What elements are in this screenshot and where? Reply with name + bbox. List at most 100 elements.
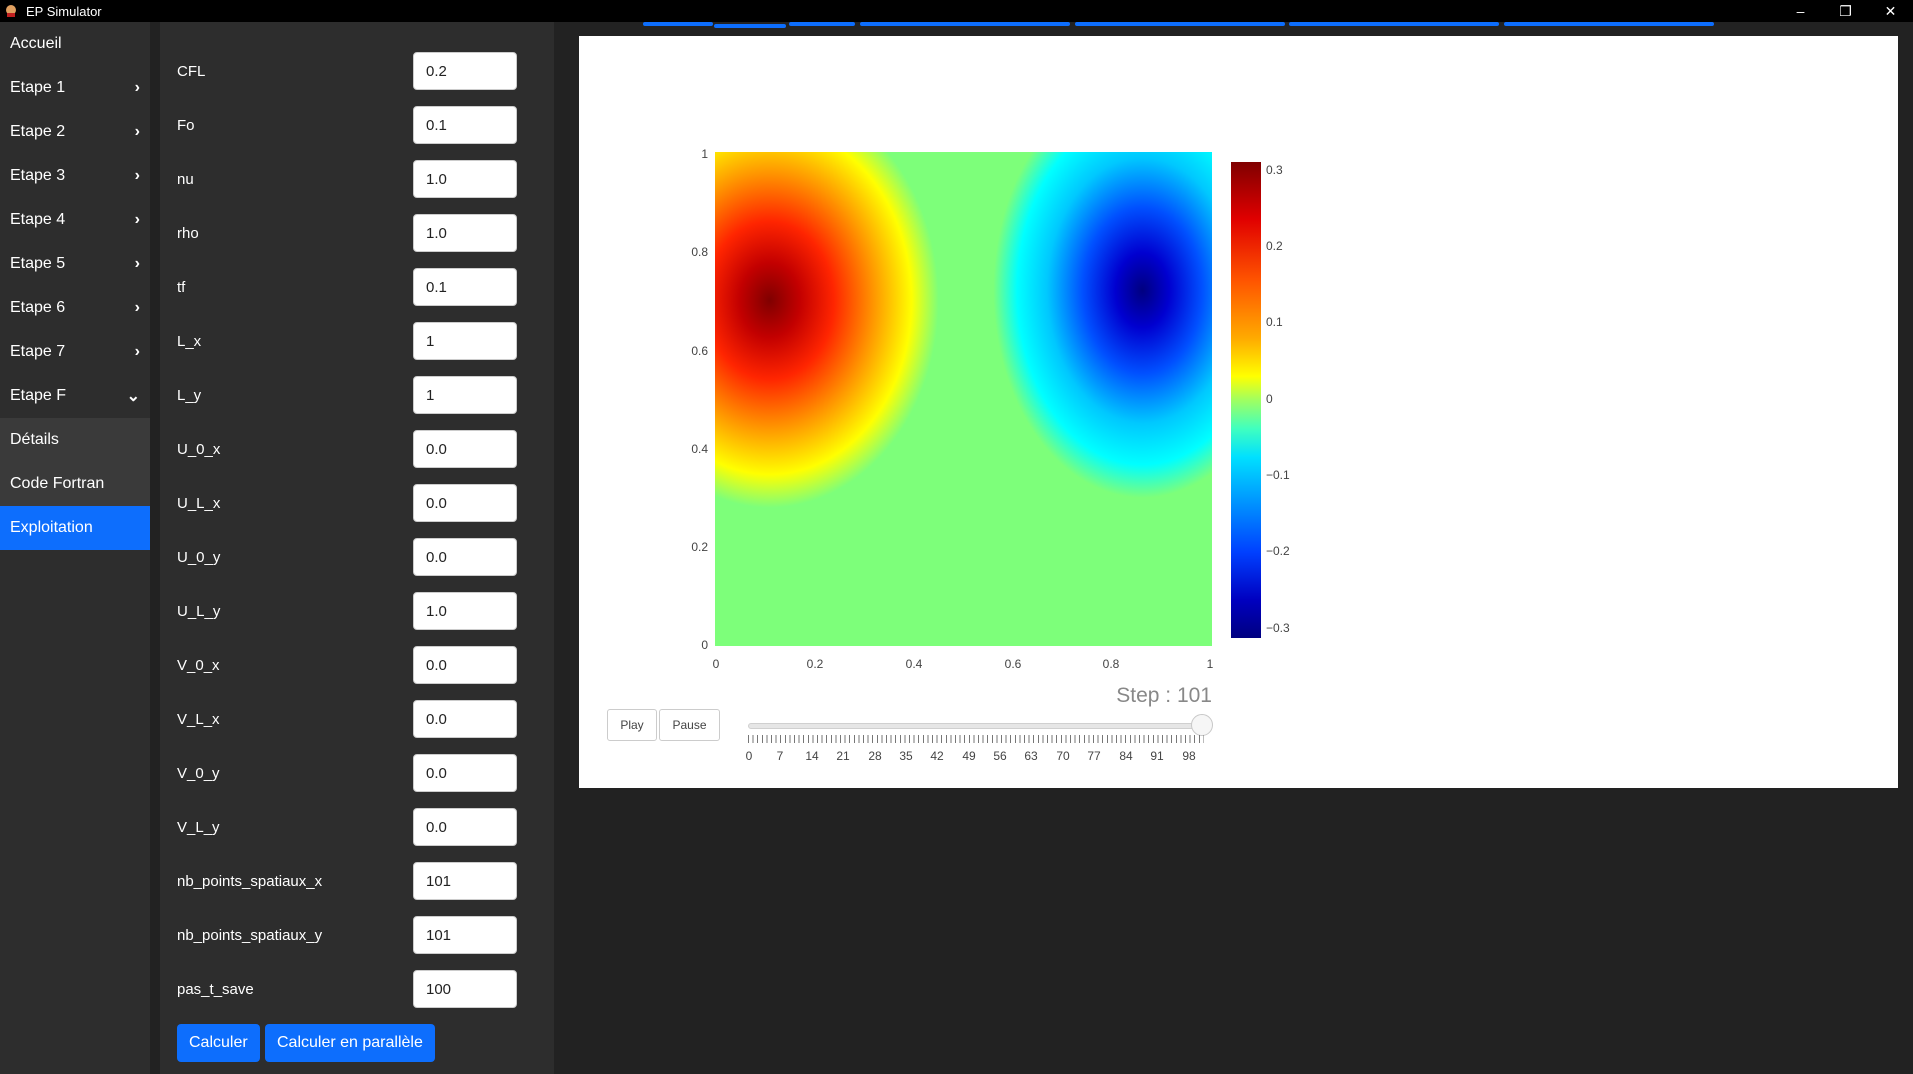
slider-label: 49 (962, 749, 976, 763)
tab-indicator[interactable] (1289, 22, 1499, 26)
sidebar-item-code-fortran[interactable]: Code Fortran (0, 462, 150, 506)
fo-input[interactable] (413, 106, 517, 144)
y-tick-label: 0.8 (691, 245, 708, 259)
sidebar-item-etape-f[interactable]: Etape F ⌄ (0, 374, 150, 418)
sidebar-item-etape-6[interactable]: Etape 6 › (0, 286, 150, 330)
param-row-l-y: L_y (177, 376, 517, 414)
slider-label: 28 (868, 749, 882, 763)
param-row-v-0-y: V_0_y (177, 754, 517, 792)
sidebar: Accueil Etape 1 › Etape 2 › Etape 3 › Et… (0, 22, 150, 1074)
colorbar-tick-label: −0.3 (1266, 621, 1290, 635)
param-label: U_0_x (177, 440, 221, 458)
colorbar (1231, 162, 1261, 638)
pause-button[interactable]: Pause (659, 709, 720, 741)
sidebar-item-label: Etape 1 (10, 79, 66, 96)
sidebar-item-exploitation[interactable]: Exploitation (0, 506, 150, 550)
tf-input[interactable] (413, 268, 517, 306)
slider-label: 14 (805, 749, 819, 763)
nb-points-spatiaux-y-input[interactable] (413, 916, 517, 954)
sidebar-item-details[interactable]: Détails (0, 418, 150, 462)
y-tick-label: 0.2 (691, 540, 708, 554)
sidebar-item-etape-5[interactable]: Etape 5 › (0, 242, 150, 286)
param-label: V_0_x (177, 656, 220, 674)
colorbar-tick-label: −0.2 (1266, 544, 1290, 558)
chevron-down-icon: ⌄ (126, 388, 140, 405)
sidebar-item-label: Etape 4 (10, 211, 66, 228)
l-y-input[interactable] (413, 376, 517, 414)
param-label: U_L_x (177, 494, 221, 512)
sidebar-item-label: Exploitation (10, 519, 93, 536)
y-tick-label: 0 (701, 638, 708, 652)
v-0-x-input[interactable] (413, 646, 517, 684)
pas-t-save-input[interactable] (413, 970, 517, 1008)
calculer-button[interactable]: Calculer (177, 1024, 260, 1062)
u-l-y-input[interactable] (413, 592, 517, 630)
sidebar-item-etape-2[interactable]: Etape 2 › (0, 110, 150, 154)
sidebar-item-label: Etape 5 (10, 255, 66, 272)
heatmap-plot[interactable] (715, 152, 1212, 646)
slider-label: 91 (1150, 749, 1164, 763)
restore-button[interactable]: ❐ (1823, 0, 1868, 22)
u-0-x-input[interactable] (413, 430, 517, 468)
tab-indicator[interactable] (1504, 22, 1714, 26)
slider-label: 77 (1087, 749, 1101, 763)
sidebar-item-label: Etape 6 (10, 299, 66, 316)
nb-points-spatiaux-x-input[interactable] (413, 862, 517, 900)
chevron-right-icon: › (134, 299, 140, 316)
slider-label: 7 (776, 749, 784, 763)
colorbar-tick-label: 0.3 (1266, 163, 1283, 177)
v-l-y-input[interactable] (413, 808, 517, 846)
param-label: Fo (177, 116, 195, 134)
chevron-right-icon: › (134, 343, 140, 360)
app-icon (6, 5, 16, 17)
slider-label: 42 (930, 749, 944, 763)
sidebar-item-etape-3[interactable]: Etape 3 › (0, 154, 150, 198)
chevron-right-icon: › (134, 123, 140, 140)
step-slider-ticks (748, 735, 1204, 743)
step-slider-thumb[interactable] (1191, 714, 1213, 736)
u-l-x-input[interactable] (413, 484, 517, 522)
step-slider-track[interactable] (748, 723, 1206, 729)
sidebar-item-label: Etape F (10, 387, 67, 404)
sidebar-item-accueil[interactable]: Accueil (0, 22, 150, 66)
colorbar-tick-label: 0.2 (1266, 239, 1283, 253)
param-label: pas_t_save (177, 980, 254, 998)
param-label: L_x (177, 332, 202, 350)
v-0-y-input[interactable] (413, 754, 517, 792)
tab-indicator[interactable] (714, 24, 786, 28)
tab-indicator[interactable] (1075, 22, 1285, 26)
cfl-input[interactable] (413, 52, 517, 90)
param-row-fo: Fo (177, 106, 517, 144)
param-label: U_0_y (177, 548, 221, 566)
sidebar-item-etape-1[interactable]: Etape 1 › (0, 66, 150, 110)
param-label: CFL (177, 62, 206, 80)
v-l-x-input[interactable] (413, 700, 517, 738)
rho-input[interactable] (413, 214, 517, 252)
u-0-y-input[interactable] (413, 538, 517, 576)
param-row-nb-points-x: nb_points_spatiaux_x (177, 862, 517, 900)
l-x-input[interactable] (413, 322, 517, 360)
x-tick-label: 0.2 (806, 657, 824, 671)
param-row-u-0-x: U_0_x (177, 430, 517, 468)
param-row-nu: nu (177, 160, 517, 198)
x-tick-label: 0 (712, 657, 720, 671)
slider-label: 63 (1024, 749, 1038, 763)
tab-indicator[interactable] (789, 22, 855, 26)
param-row-l-x: L_x (177, 322, 517, 360)
calculer-parallele-button[interactable]: Calculer en parallèle (265, 1024, 435, 1062)
minimize-button[interactable]: – (1778, 0, 1823, 22)
param-row-u-0-y: U_0_y (177, 538, 517, 576)
play-button[interactable]: Play (607, 709, 657, 741)
sidebar-item-etape-7[interactable]: Etape 7 › (0, 330, 150, 374)
close-button[interactable]: ✕ (1868, 0, 1913, 22)
nu-input[interactable] (413, 160, 517, 198)
x-tick-label: 0.4 (905, 657, 923, 671)
y-tick-label: 0.4 (691, 442, 708, 456)
slider-label: 0 (745, 749, 753, 763)
tab-indicator[interactable] (860, 22, 1070, 26)
step-label: Step : 101 (1116, 684, 1212, 707)
tab-indicator[interactable] (643, 22, 713, 26)
sidebar-item-etape-4[interactable]: Etape 4 › (0, 198, 150, 242)
sidebar-item-label: Etape 3 (10, 167, 66, 184)
param-label: nu (177, 170, 194, 188)
